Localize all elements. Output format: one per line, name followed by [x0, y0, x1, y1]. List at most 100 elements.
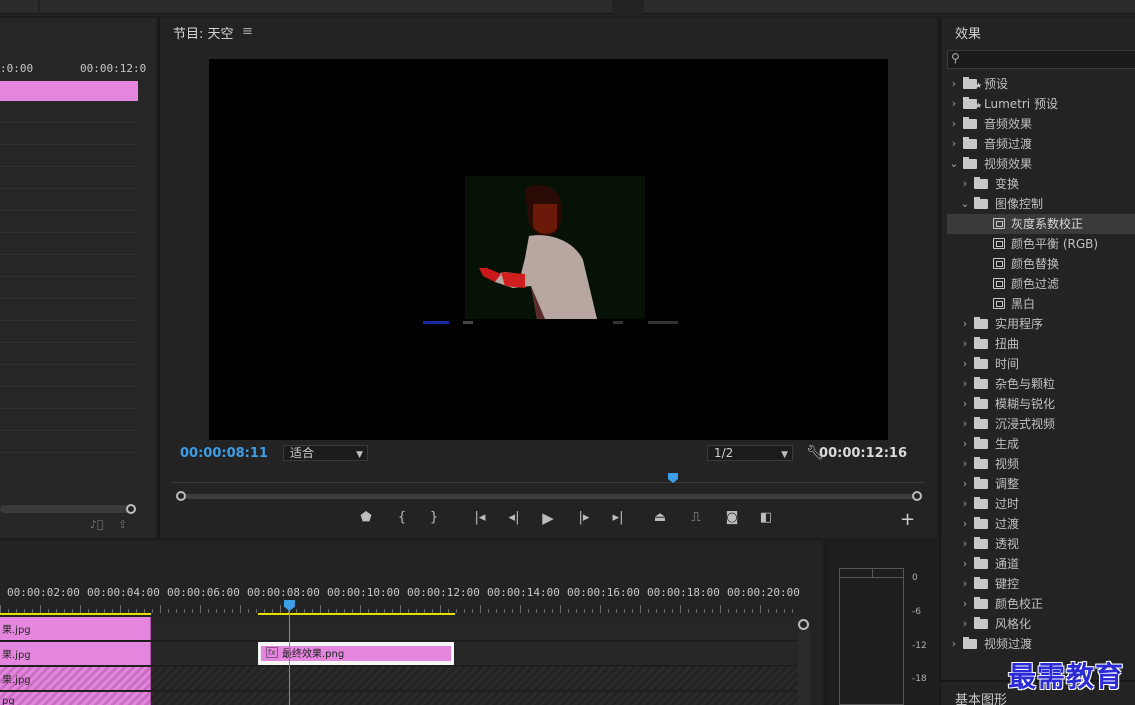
effects-tree-item[interactable]: › 视频过渡	[947, 634, 1135, 654]
lift-icon[interactable]: ⏏	[650, 510, 670, 526]
chevron-right-icon[interactable]: ›	[960, 594, 970, 614]
mark-out-icon[interactable]: }	[424, 510, 444, 526]
mark-in-icon[interactable]: {	[392, 510, 412, 526]
timeline-clip[interactable]: pg	[0, 692, 151, 705]
effects-tree-item[interactable]: › 变换	[947, 174, 1135, 194]
work-area-bar[interactable]	[258, 613, 455, 615]
effects-tree-item[interactable]: 颜色替换	[947, 254, 1135, 274]
chevron-right-icon[interactable]: ›	[960, 574, 970, 594]
effects-tree-item[interactable]: › 杂色与颗粒	[947, 374, 1135, 394]
effects-tree-item[interactable]: › 扭曲	[947, 334, 1135, 354]
go-to-in-icon[interactable]: |◂	[470, 510, 490, 526]
chevron-right-icon[interactable]: ›	[960, 434, 970, 454]
audio-only-icon[interactable]: ♪⃞	[90, 518, 104, 531]
chevron-right-icon[interactable]: ›	[960, 414, 970, 434]
effects-tree-item[interactable]: › 颜色校正	[947, 594, 1135, 614]
effects-tree-item[interactable]: › 生成	[947, 434, 1135, 454]
effects-tree-item[interactable]: › 过时	[947, 494, 1135, 514]
panel-menu-icon[interactable]: ≡	[242, 24, 253, 39]
timeline-clip[interactable]: 果.jpg	[0, 667, 151, 690]
effects-tree-item[interactable]: › 过渡	[947, 514, 1135, 534]
effects-tree-item[interactable]: › 透视	[947, 534, 1135, 554]
marker-icon[interactable]: ⬟	[356, 510, 376, 526]
chevron-right-icon[interactable]: ›	[960, 374, 970, 394]
chevron-right-icon[interactable]: ›	[960, 514, 970, 534]
effects-search-input[interactable]: ⚲	[947, 50, 1135, 69]
effects-tree-item[interactable]: › 音频效果	[947, 114, 1135, 134]
comparison-view-icon[interactable]: ◧	[756, 510, 776, 526]
top-tab-3[interactable]	[644, 0, 1135, 14]
effects-tree-item[interactable]: › 实用程序	[947, 314, 1135, 334]
chevron-right-icon[interactable]: ›	[960, 614, 970, 634]
chevron-right-icon[interactable]: ›	[960, 354, 970, 374]
effects-tree-item[interactable]: 颜色平衡 (RGB)	[947, 234, 1135, 254]
timeline-vertical-scrollbar[interactable]	[798, 621, 810, 705]
chevron-right-icon[interactable]: ›	[949, 634, 959, 654]
current-timecode[interactable]: 00:00:08:11	[180, 446, 268, 461]
chevron-right-icon[interactable]: ›	[960, 394, 970, 414]
basic-graphics-panel-title[interactable]: 基本图形	[955, 689, 1007, 705]
chevron-right-icon[interactable]: ›	[960, 554, 970, 574]
work-area-bar[interactable]	[0, 613, 151, 615]
effects-tree-item[interactable]: › 通道	[947, 554, 1135, 574]
go-to-out-icon[interactable]: ▸|	[608, 510, 628, 526]
scrollbar-start-handle[interactable]	[176, 491, 186, 501]
effects-tree-item[interactable]: › 沉浸式视频	[947, 414, 1135, 434]
program-monitor-title[interactable]: 节目: 天空	[173, 23, 234, 42]
export-icon[interactable]: ⇪	[118, 518, 127, 531]
scrollbar-end-handle[interactable]	[912, 491, 922, 501]
audio-meter[interactable]	[839, 568, 904, 705]
effects-tree-item[interactable]: › 调整	[947, 474, 1135, 494]
chevron-right-icon[interactable]: ›	[960, 474, 970, 494]
program-mini-ruler[interactable]	[172, 482, 924, 486]
step-back-icon[interactable]: ◂|	[504, 510, 524, 526]
effects-tree-item[interactable]: 灰度系数校正	[947, 214, 1135, 234]
step-forward-icon[interactable]: |▸	[574, 510, 594, 526]
zoom-level-select[interactable]: 适合 ▼	[283, 445, 368, 461]
track-v1[interactable]: pg	[0, 692, 798, 705]
track-v2[interactable]: 果.jpg	[0, 667, 798, 691]
chevron-right-icon[interactable]: ›	[960, 454, 970, 474]
effects-panel-title[interactable]: 效果	[955, 23, 981, 42]
effects-tree-item[interactable]: ⌄ 图像控制	[947, 194, 1135, 214]
chevron-right-icon[interactable]: ›	[960, 174, 970, 194]
effects-tree-item[interactable]: › ★ 预设	[947, 74, 1135, 94]
timeline-ticks[interactable]	[0, 605, 798, 613]
chevron-down-icon[interactable]: ⌄	[949, 154, 959, 174]
effects-tree-item[interactable]: › 视频	[947, 454, 1135, 474]
chevron-right-icon[interactable]: ›	[949, 94, 959, 114]
timeline-scroll-handle[interactable]	[798, 619, 809, 630]
effects-tree-item[interactable]: ⌄ 视频效果	[947, 154, 1135, 174]
fx-badge[interactable]: fx	[266, 647, 278, 658]
add-button[interactable]: +	[900, 509, 915, 530]
chevron-right-icon[interactable]: ›	[949, 74, 959, 94]
top-tab-1[interactable]	[0, 0, 38, 14]
effects-tree-item[interactable]: › 音频过渡	[947, 134, 1135, 154]
program-zoom-scrollbar[interactable]	[176, 491, 922, 502]
effects-tree-item[interactable]: 颜色过滤	[947, 274, 1135, 294]
chevron-right-icon[interactable]: ›	[960, 314, 970, 334]
chevron-right-icon[interactable]: ›	[949, 114, 959, 134]
source-scrollbar[interactable]	[0, 505, 130, 513]
final-effect-clip[interactable]: fx 最终效果.png	[258, 642, 454, 665]
track-v4[interactable]: 果.jpg	[0, 617, 798, 641]
chevron-right-icon[interactable]: ›	[960, 494, 970, 514]
effects-tree-item[interactable]: › 风格化	[947, 614, 1135, 634]
timeline-ruler[interactable]: 00:00:02:00 00:00:04:00 00:00:06:00 00:0…	[0, 586, 800, 600]
timeline-clip[interactable]: 果.jpg	[0, 642, 151, 665]
export-frame-icon[interactable]: ◙	[722, 510, 742, 526]
timeline-clip[interactable]: 果.jpg	[0, 617, 151, 640]
effects-tree-item[interactable]: 黑白	[947, 294, 1135, 314]
source-scroll-handle[interactable]	[126, 504, 136, 514]
chevron-right-icon[interactable]: ›	[960, 334, 970, 354]
source-clip-bar[interactable]	[0, 81, 138, 101]
extract-icon[interactable]: ⎍	[686, 510, 706, 526]
chevron-right-icon[interactable]: ›	[960, 534, 970, 554]
top-tab-2[interactable]	[40, 0, 612, 14]
video-preview[interactable]	[209, 59, 888, 440]
effects-tree-item[interactable]: › ★ Lumetri 预设	[947, 94, 1135, 114]
playback-resolution-select[interactable]: 1/2 ▼	[707, 445, 793, 461]
effects-tree-item[interactable]: › 键控	[947, 574, 1135, 594]
play-icon[interactable]: ▶	[538, 510, 558, 526]
chevron-down-icon[interactable]: ⌄	[960, 194, 970, 214]
